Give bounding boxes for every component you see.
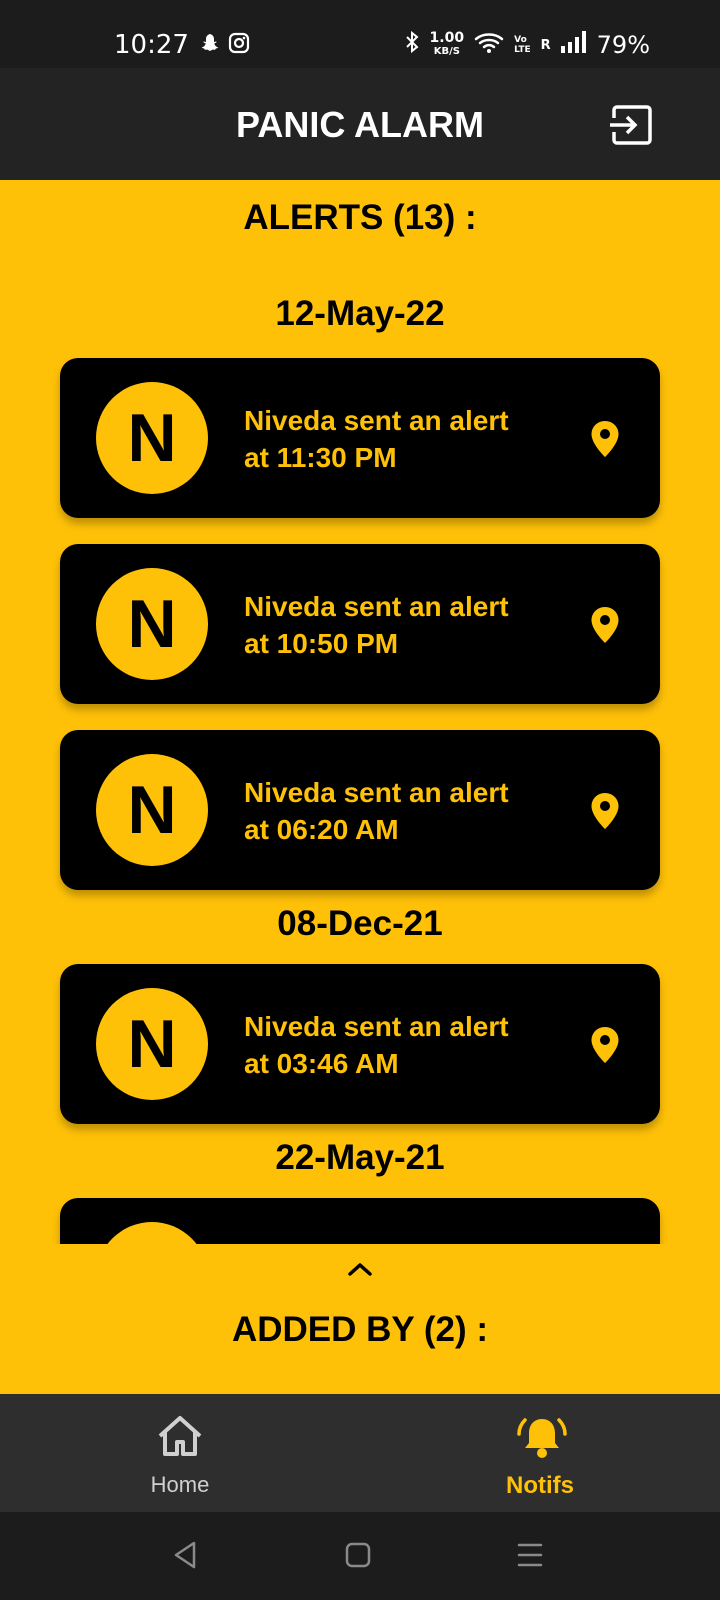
date-header: 22-May-21	[275, 1138, 445, 1177]
location-pin-icon[interactable]	[590, 1026, 620, 1069]
battery-percent: 79%	[596, 31, 650, 59]
wifi-icon	[474, 30, 504, 60]
instagram-icon	[228, 32, 250, 59]
bluetooth-icon	[404, 30, 420, 60]
alert-card[interactable]: N Niveda sent an alert at 06:20 AM	[60, 730, 660, 890]
status-time: 10:27	[114, 30, 189, 60]
nav-home[interactable]: Home	[80, 1394, 280, 1512]
snapchat-icon	[198, 32, 220, 59]
location-pin-icon[interactable]	[590, 420, 620, 463]
added-by-title: ADDED BY (2) :	[231, 1310, 489, 1349]
logout-icon	[610, 105, 652, 145]
avatar	[96, 1222, 208, 1244]
alert-text: Niveda sent an alert at 11:30 PM	[244, 405, 509, 473]
menu-icon[interactable]	[516, 1540, 544, 1575]
location-pin-icon[interactable]	[590, 606, 620, 649]
avatar: N	[96, 382, 208, 494]
back-icon[interactable]	[172, 1540, 198, 1575]
alerts-list[interactable]: 12-May-22 N Niveda sent an alert at 11:3…	[0, 180, 720, 1244]
network-speed: 1.00 KB/S	[429, 30, 465, 57]
date-header: 08-Dec-21	[277, 904, 443, 943]
volte-indicator: Vo LTE	[514, 35, 531, 55]
alert-card[interactable]: N Niveda sent an alert at 03:46 AM	[60, 964, 660, 1124]
location-pin-icon[interactable]	[590, 792, 620, 835]
alert-text: Niveda sent an alert at 06:20 AM	[244, 777, 509, 845]
status-bar: 10:27 1.00 KB/S Vo LTE R 79%	[0, 0, 720, 68]
bottom-nav: Home Notifs	[0, 1394, 720, 1512]
avatar: N	[96, 988, 208, 1100]
signal-icon	[560, 31, 587, 59]
nav-home-label: Home	[150, 1472, 210, 1497]
alert-text: Niveda sent an alert at 10:50 PM	[244, 591, 509, 659]
app-bar: PANIC ALARM	[0, 68, 720, 180]
alert-text: Niveda sent an alert at 03:46 AM	[244, 1011, 509, 1079]
date-header: 12-May-22	[275, 294, 445, 333]
logout-button[interactable]	[608, 104, 654, 146]
home-icon	[158, 1416, 202, 1456]
roaming-indicator: R	[540, 37, 551, 53]
chevron-up-icon[interactable]	[346, 1260, 374, 1283]
system-nav-bar	[0, 1512, 720, 1600]
alert-card[interactable]	[60, 1198, 660, 1244]
nav-notifs-label: Notifs	[506, 1472, 574, 1499]
nav-notifs[interactable]: Notifs	[440, 1394, 640, 1512]
bell-ringing-icon	[517, 1418, 567, 1458]
alert-card[interactable]: N Niveda sent an alert at 11:30 PM	[60, 358, 660, 518]
alert-card[interactable]: N Niveda sent an alert at 10:50 PM	[60, 544, 660, 704]
avatar: N	[96, 754, 208, 866]
recents-icon[interactable]	[344, 1540, 372, 1575]
avatar: N	[96, 568, 208, 680]
